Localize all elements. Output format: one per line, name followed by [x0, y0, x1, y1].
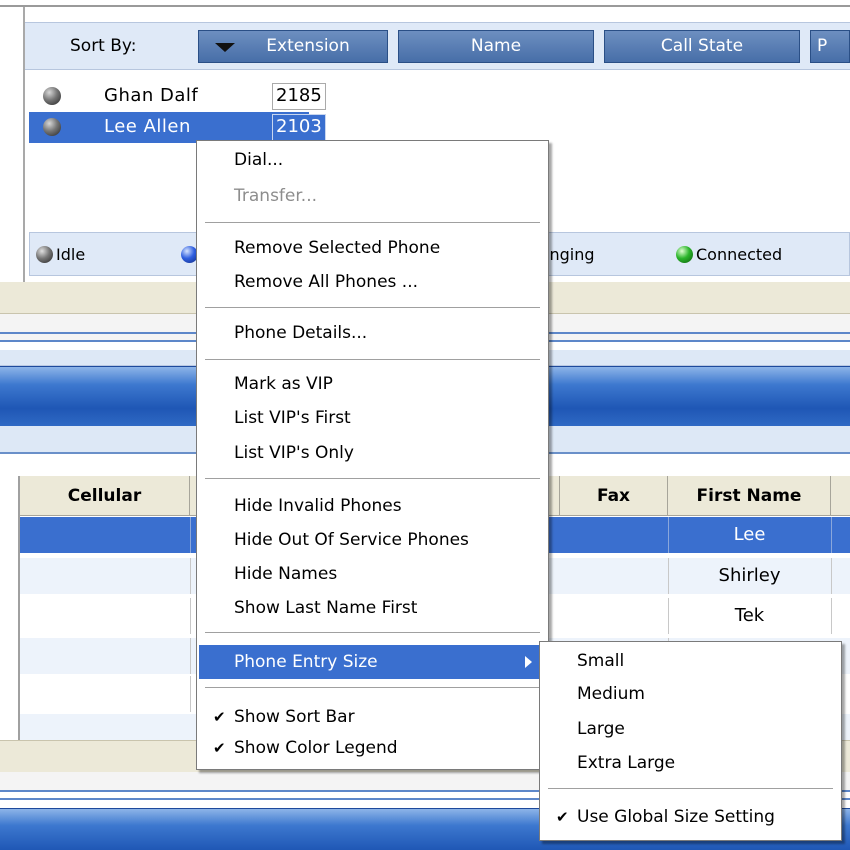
- menu-item-phone-details[interactable]: Phone Details...: [199, 318, 546, 348]
- column-header-first-name[interactable]: First Name: [668, 476, 831, 516]
- menu-item-dial[interactable]: Dial...: [199, 145, 546, 175]
- menu-item-label: Hide Names: [234, 564, 338, 584]
- column-divider: [190, 517, 191, 553]
- panel-top-border: [0, 5, 850, 7]
- menu-item-show-color-legend[interactable]: ✔ Show Color Legend: [199, 733, 546, 763]
- phone-name: Ghan Dalf: [104, 85, 199, 106]
- menu-separator: [205, 478, 540, 480]
- submenu-item-label: Extra Large: [577, 753, 676, 773]
- idle-status-icon: [43, 118, 61, 136]
- column-header[interactable]: [831, 476, 850, 516]
- checkmark-icon: ✔: [213, 739, 226, 757]
- sort-bar: Sort By: Extension Name Call State P: [25, 22, 850, 70]
- legend-idle-label: Idle: [56, 245, 86, 264]
- phone-extension: 2185: [272, 83, 326, 110]
- column-divider: [190, 598, 191, 634]
- menu-item-label: Mark as VIP: [234, 374, 333, 394]
- submenu-item-label: Large: [577, 719, 625, 739]
- phone-name: Lee Allen: [104, 116, 191, 137]
- menu-item-list-vips-only[interactable]: List VIP's Only: [199, 438, 546, 468]
- submenu-arrow-icon: [525, 656, 532, 668]
- grey-ball-icon: [36, 246, 53, 263]
- checkmark-icon: ✔: [213, 708, 226, 726]
- column-header-label: Fax: [596, 486, 631, 506]
- legend-ringing: inging: [545, 245, 594, 264]
- sort-call-state-button[interactable]: Call State: [604, 30, 800, 63]
- sort-name-label: Name: [470, 36, 522, 56]
- menu-separator: [205, 307, 540, 309]
- sort-descending-arrow-icon: [215, 43, 235, 52]
- menu-item-label: Phone Details...: [234, 323, 368, 343]
- phone-context-menu: Dial... Transfer... Remove Selected Phon…: [196, 140, 549, 770]
- first-name-cell: Tek: [734, 605, 765, 626]
- column-header-cellular[interactable]: Cellular: [20, 476, 190, 516]
- menu-item-label: Remove All Phones ...: [234, 272, 419, 292]
- idle-status-icon: [43, 87, 61, 105]
- menu-item-phone-entry-size[interactable]: Phone Entry Size: [199, 645, 546, 679]
- column-header-label: First Name: [696, 486, 802, 506]
- column-divider: [831, 517, 832, 553]
- menu-separator: [205, 359, 540, 361]
- legend-ringing-label: inging: [545, 245, 595, 264]
- column-divider: [831, 558, 832, 594]
- menu-item-label: Show Last Name First: [234, 598, 418, 618]
- menu-item-label: Phone Entry Size: [234, 652, 378, 672]
- sort-by-label: Sort By:: [70, 36, 137, 56]
- sort-call-state-label: Call State: [660, 36, 744, 56]
- legend-idle: Idle: [36, 245, 85, 264]
- menu-separator: [205, 222, 540, 224]
- sort-next-label: P: [817, 36, 828, 56]
- menu-separator: [548, 788, 833, 790]
- menu-item-label: Hide Out Of Service Phones: [234, 530, 469, 550]
- column-divider: [190, 558, 191, 594]
- submenu-item-medium[interactable]: Medium: [542, 679, 839, 709]
- menu-item-hide-out-of-service-phones[interactable]: Hide Out Of Service Phones: [199, 525, 546, 555]
- phone-entry[interactable]: Ghan Dalf 2185: [29, 81, 849, 112]
- submenu-item-extra-large[interactable]: Extra Large: [542, 748, 839, 778]
- menu-separator: [205, 632, 540, 634]
- menu-separator: [205, 687, 540, 689]
- menu-item-remove-selected-phone[interactable]: Remove Selected Phone: [199, 233, 546, 263]
- sort-name-button[interactable]: Name: [398, 30, 594, 63]
- submenu-item-large[interactable]: Large: [542, 714, 839, 744]
- menu-item-show-sort-bar[interactable]: ✔ Show Sort Bar: [199, 702, 546, 732]
- menu-item-hide-names[interactable]: Hide Names: [199, 559, 546, 589]
- sort-next-button[interactable]: P: [810, 30, 850, 63]
- submenu-item-label: Medium: [577, 684, 645, 704]
- green-ball-icon: [676, 246, 693, 263]
- submenu-item-small[interactable]: Small: [542, 646, 839, 676]
- menu-item-label: Show Color Legend: [234, 738, 398, 758]
- menu-item-remove-all-phones[interactable]: Remove All Phones ...: [199, 267, 546, 297]
- phone-entry-size-submenu: Small Medium Large Extra Large ✔ Use Glo…: [539, 641, 842, 841]
- menu-item-label: List VIP's First: [234, 408, 351, 428]
- column-divider: [190, 638, 191, 674]
- column-header-label: Cellular: [67, 486, 142, 506]
- menu-item-label: List VIP's Only: [234, 443, 354, 463]
- checkmark-icon: ✔: [556, 808, 569, 826]
- menu-item-label: Dial...: [234, 150, 284, 170]
- menu-item-show-last-name-first[interactable]: Show Last Name First: [199, 593, 546, 623]
- menu-item-label: Hide Invalid Phones: [234, 496, 402, 516]
- column-divider: [831, 598, 832, 634]
- menu-item-list-vips-first[interactable]: List VIP's First: [199, 403, 546, 433]
- sort-extension-label: Extension: [266, 36, 350, 56]
- first-name-cell: Shirley: [718, 565, 781, 586]
- column-header-fax[interactable]: Fax: [560, 476, 668, 516]
- legend-connected-label: Connected: [696, 245, 783, 264]
- column-divider: [190, 676, 191, 712]
- legend-connected: Connected: [676, 245, 782, 264]
- menu-item-label: Show Sort Bar: [234, 707, 355, 727]
- submenu-item-label: Small: [577, 651, 625, 671]
- sort-extension-button[interactable]: Extension: [198, 30, 388, 63]
- menu-item-transfer: Transfer...: [199, 181, 546, 211]
- menu-item-mark-as-vip[interactable]: Mark as VIP: [199, 369, 546, 399]
- phone-entry-selected[interactable]: Lee Allen 2103: [29, 112, 326, 143]
- menu-item-hide-invalid-phones[interactable]: Hide Invalid Phones: [199, 491, 546, 521]
- menu-item-label: Transfer...: [234, 186, 318, 206]
- first-name-cell: Lee: [733, 524, 766, 545]
- phone-extension: 2103: [272, 114, 326, 141]
- menu-item-label: Remove Selected Phone: [234, 238, 441, 258]
- submenu-item-label: Use Global Size Setting: [577, 807, 775, 827]
- submenu-item-use-global-size-setting[interactable]: ✔ Use Global Size Setting: [542, 802, 839, 832]
